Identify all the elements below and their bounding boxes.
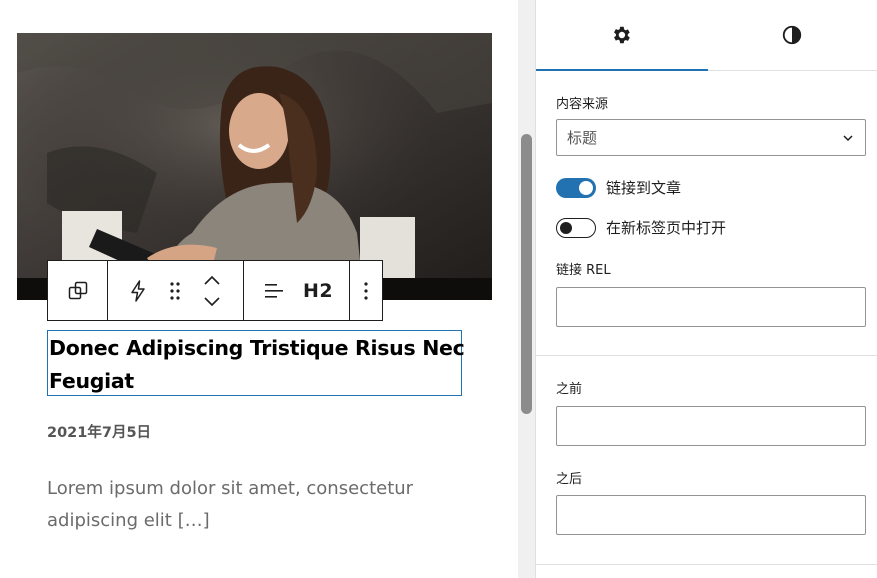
post-excerpt-line-2: adipiscing elit […] — [47, 510, 210, 531]
heading-level-label: H2 — [302, 279, 334, 302]
editor-canvas: H2 Donec Adipiscing Tristique Risus Nec … — [0, 0, 520, 578]
before-label: 之前 — [556, 382, 583, 397]
tab-settings[interactable] — [536, 0, 707, 71]
section-divider-bottom — [536, 564, 877, 565]
drag-handle-icon — [170, 281, 180, 300]
move-buttons — [190, 261, 234, 320]
heading-level-button[interactable]: H2 — [296, 261, 340, 320]
chevron-up-icon[interactable] — [203, 275, 221, 287]
link-to-post-label: 链接到文章 — [606, 179, 682, 197]
gear-icon — [614, 26, 631, 44]
after-label: 之后 — [556, 472, 583, 487]
content-source-label: 内容来源 — [556, 97, 609, 112]
scrollbar-thumb[interactable] — [521, 134, 532, 414]
post-title-line-1: Donec Adipiscing Tristique Risus Nec — [49, 336, 465, 360]
contrast-icon — [782, 25, 801, 45]
toolbar-group-more — [349, 260, 383, 321]
link-to-post-row: 链接到文章 — [556, 177, 681, 198]
link-to-post-toggle[interactable] — [556, 177, 596, 198]
drag-handle[interactable] — [160, 261, 190, 320]
block-toolbar: H2 — [47, 260, 383, 321]
open-new-tab-row: 在新标签页中打开 — [556, 217, 726, 238]
post-title-line-2: Feugiat — [49, 369, 134, 393]
toolbar-group-transform — [47, 260, 108, 321]
content-source-value: 标题 — [567, 129, 598, 147]
chevron-down-icon[interactable] — [203, 295, 221, 307]
post-date: 2021年7月5日 — [47, 425, 152, 441]
toolbar-group-format: H2 — [243, 260, 350, 321]
more-options-button[interactable] — [350, 261, 382, 320]
sidebar-tabs — [536, 0, 877, 71]
post-excerpt: Lorem ipsum dolor sit amet, consectetur … — [47, 473, 487, 537]
after-input[interactable] — [556, 495, 866, 535]
section-divider — [536, 355, 877, 356]
open-new-tab-toggle[interactable] — [556, 217, 596, 238]
duplicate-icon — [68, 281, 87, 299]
align-text-button[interactable] — [252, 261, 296, 320]
more-vertical-icon — [364, 281, 368, 300]
content-source-select[interactable]: 标题 — [556, 119, 866, 156]
toolbar-group-block — [107, 260, 244, 321]
align-left-icon — [265, 283, 283, 298]
link-rel-input[interactable] — [556, 287, 866, 327]
before-input[interactable] — [556, 406, 866, 446]
post-excerpt-line-1: Lorem ipsum dolor sit amet, consectetur — [47, 478, 414, 499]
tab-styles[interactable] — [707, 0, 877, 70]
chevron-down-icon — [843, 135, 853, 142]
lightning-icon — [131, 279, 145, 302]
link-rel-label: 链接 REL — [556, 263, 611, 278]
settings-sidebar: 内容来源 标题 链接到文章 在新标签页中打开 链接 REL 之前 之后 — [535, 0, 877, 578]
block-transform-button[interactable] — [48, 261, 107, 320]
block-type-button[interactable] — [116, 261, 160, 320]
open-new-tab-label: 在新标签页中打开 — [606, 219, 727, 237]
post-title-block[interactable]: Donec Adipiscing Tristique Risus Nec Feu… — [47, 330, 465, 396]
